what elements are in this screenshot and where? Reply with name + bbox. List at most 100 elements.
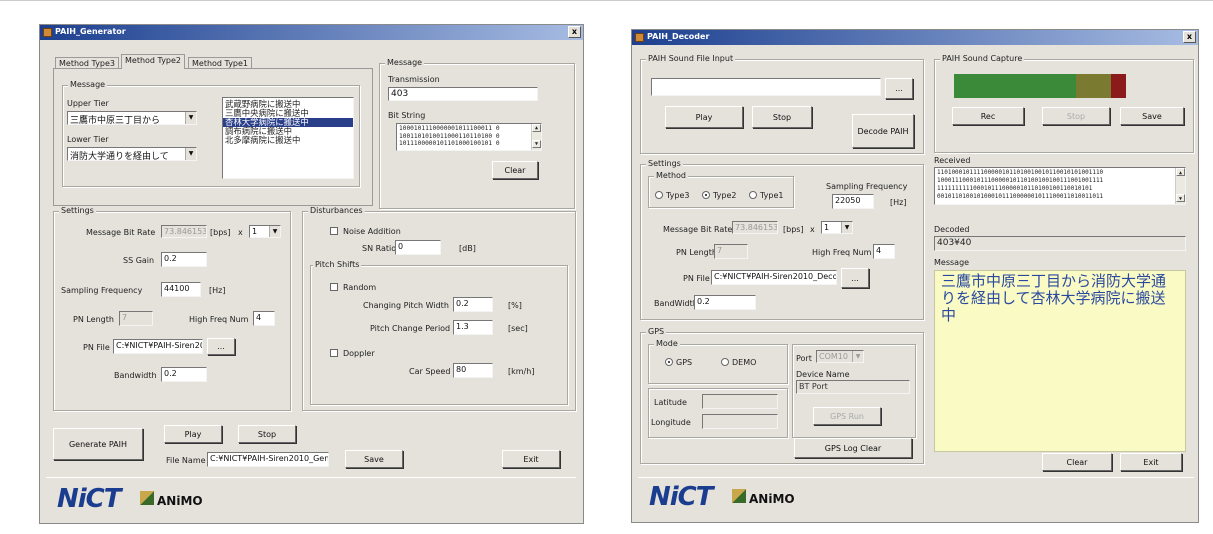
exit-button[interactable]: Exit bbox=[502, 450, 560, 468]
level-segment bbox=[1019, 74, 1077, 98]
changing-pitch-width-field[interactable]: 0.2 bbox=[453, 297, 493, 312]
bit-rate-unit: [bps] bbox=[783, 225, 804, 234]
sampling-frequency-field[interactable]: 22050 bbox=[832, 194, 874, 209]
close-button[interactable]: x bbox=[1183, 31, 1196, 43]
pn-file-field[interactable]: C:¥NICT¥PAIH-Siren2010_Decoder_V bbox=[711, 270, 837, 285]
rate-multiplier-select[interactable]: 1 ▼ bbox=[249, 225, 281, 238]
gps-log-clear-button[interactable]: GPS Log Clear bbox=[794, 438, 912, 458]
group-label: GPS bbox=[646, 327, 667, 336]
pitch-change-period-unit: [sec] bbox=[508, 324, 528, 333]
generator-window: PAIH_Generator x Method Type3 Method Typ… bbox=[39, 24, 584, 524]
group-label: PAIH Sound File Input bbox=[646, 54, 736, 63]
stop-button[interactable]: Stop bbox=[752, 106, 812, 128]
pn-length-field[interactable]: 7 bbox=[119, 311, 153, 326]
animo-logo: ANiMO bbox=[157, 494, 203, 508]
high-freq-num-field[interactable]: 4 bbox=[873, 244, 895, 259]
car-speed-unit: [km/h] bbox=[508, 367, 535, 376]
type2-radio[interactable] bbox=[702, 191, 710, 199]
bandwidth-field[interactable]: 0.2 bbox=[694, 295, 756, 310]
upper-tier-select[interactable]: 三鷹市中原三丁目から ▼ bbox=[67, 111, 197, 125]
bit-rate-field[interactable]: 73.846153 bbox=[161, 225, 207, 238]
decode-paih-button[interactable]: Decode PAIH bbox=[852, 114, 914, 148]
stop-button[interactable]: Stop bbox=[238, 425, 296, 443]
exit-button[interactable]: Exit bbox=[1120, 453, 1182, 471]
sound-file-field[interactable] bbox=[651, 78, 881, 96]
type1-radio[interactable] bbox=[749, 191, 757, 199]
bandwidth-field[interactable]: 0.2 bbox=[161, 367, 207, 382]
animo-logo: ANiMO bbox=[749, 492, 795, 506]
chevron-down-icon[interactable]: ▼ bbox=[532, 140, 541, 148]
noise-addition-checkbox[interactable] bbox=[330, 227, 338, 235]
upper-tier-label: Upper Tier bbox=[67, 99, 109, 108]
changing-pitch-width-unit: [%] bbox=[508, 301, 522, 310]
rate-multiplier-value: 1 bbox=[824, 223, 830, 232]
decoder-titlebar: PAIH_Decoder x bbox=[632, 30, 1198, 45]
sampling-frequency-field[interactable]: 44100 bbox=[161, 282, 201, 297]
sampling-frequency-label: Sampling Frequency bbox=[826, 182, 908, 191]
generate-paih-button[interactable]: Generate PAIH bbox=[53, 428, 143, 460]
destination-list[interactable]: 武蔵野病院に搬送中 三鷹中央病院に搬送中 杏林大学病院に搬送中 調布病院に搬送中… bbox=[222, 97, 354, 179]
multiply-sign: x bbox=[238, 228, 243, 237]
high-freq-num-label: High Freq Num bbox=[189, 315, 249, 324]
close-button[interactable]: x bbox=[568, 26, 581, 38]
received-line: 0010110100101000101110000001011100011010… bbox=[937, 193, 1104, 200]
group-label: Pitch Shifts bbox=[313, 260, 362, 269]
received-label: Received bbox=[934, 156, 971, 165]
random-checkbox[interactable] bbox=[330, 283, 338, 291]
type2-label: Type2 bbox=[713, 191, 737, 200]
bit-rate-field[interactable]: 73.846153 bbox=[732, 221, 778, 234]
car-speed-field[interactable]: 80 bbox=[453, 363, 493, 378]
received-textarea[interactable]: 1101000101111000001011010010010110010101… bbox=[934, 167, 1186, 205]
sampling-frequency-unit: [Hz] bbox=[209, 286, 226, 295]
rate-multiplier-select[interactable]: 1 ▼ bbox=[821, 221, 853, 234]
bandwidth-label: BandWidth bbox=[654, 299, 698, 308]
file-name-field[interactable]: C:¥NICT¥PAIH-Siren2010_Generato bbox=[207, 452, 329, 467]
doppler-label: Doppler bbox=[343, 349, 375, 358]
pitch-change-period-field[interactable]: 1.3 bbox=[453, 320, 493, 335]
level-segment bbox=[954, 74, 1020, 98]
bit-rate-label: Message Bit Rate bbox=[663, 225, 733, 234]
level-meter bbox=[954, 74, 1126, 98]
demo-radio[interactable] bbox=[721, 358, 729, 366]
ss-gain-field[interactable]: 0.2 bbox=[161, 252, 207, 267]
sound-file-browse-button[interactable]: ... bbox=[885, 78, 913, 99]
doppler-checkbox[interactable] bbox=[330, 349, 338, 357]
bitstring-textarea[interactable]: 1000101110000001011100011 0 100110101001… bbox=[396, 123, 542, 151]
play-button[interactable]: Play bbox=[665, 106, 743, 128]
transmission-field[interactable]: 403 bbox=[388, 87, 538, 101]
generator-titlebar: PAIH_Generator x bbox=[40, 25, 583, 40]
sn-ratio-field[interactable]: 0 bbox=[395, 240, 441, 255]
scrollbar[interactable]: ▲ ▼ bbox=[1175, 168, 1185, 204]
latitude-field bbox=[702, 394, 778, 409]
tab-method-type2[interactable]: Method Type2 bbox=[121, 54, 186, 69]
scrollbar[interactable]: ▲ ▼ bbox=[531, 124, 541, 150]
chevron-down-icon[interactable]: ▼ bbox=[841, 222, 852, 233]
type3-radio[interactable] bbox=[655, 191, 663, 199]
play-button[interactable]: Play bbox=[164, 425, 222, 443]
chevron-up-icon[interactable]: ▲ bbox=[1176, 168, 1185, 176]
pn-file-browse-button[interactable]: ... bbox=[841, 268, 869, 288]
capture-stop-button[interactable]: Stop bbox=[1042, 107, 1110, 125]
sampling-frequency-unit: [Hz] bbox=[890, 198, 907, 207]
gps-run-button[interactable]: GPS Run bbox=[813, 407, 881, 425]
lower-tier-select[interactable]: 消防大学通りを経由して ▼ bbox=[67, 147, 197, 161]
rec-button[interactable]: Rec bbox=[952, 107, 1024, 125]
clear-button[interactable]: Clear bbox=[1042, 453, 1112, 471]
chevron-up-icon[interactable]: ▲ bbox=[532, 124, 541, 132]
chevron-down-icon[interactable]: ▼ bbox=[269, 226, 280, 237]
save-button[interactable]: Save bbox=[345, 450, 403, 468]
pn-file-field[interactable]: C:¥NICT¥PAIH-Siren20 bbox=[113, 339, 203, 354]
clear-button[interactable]: Clear bbox=[492, 161, 538, 179]
pn-file-browse-button[interactable]: ... bbox=[207, 338, 235, 355]
pn-length-field[interactable]: 7 bbox=[714, 244, 748, 259]
gps-radio[interactable] bbox=[665, 358, 673, 366]
chevron-down-icon[interactable]: ▼ bbox=[1176, 194, 1185, 202]
group-label: Message bbox=[385, 58, 425, 67]
chevron-down-icon[interactable]: ▼ bbox=[185, 112, 196, 124]
high-freq-num-field[interactable]: 4 bbox=[253, 311, 275, 326]
nict-logo: NiCT bbox=[57, 484, 121, 514]
chevron-down-icon[interactable]: ▼ bbox=[185, 148, 196, 160]
group-label: Message bbox=[68, 80, 108, 89]
list-item[interactable]: 北多摩病院に搬送中 bbox=[223, 136, 353, 145]
capture-save-button[interactable]: Save bbox=[1120, 107, 1184, 125]
